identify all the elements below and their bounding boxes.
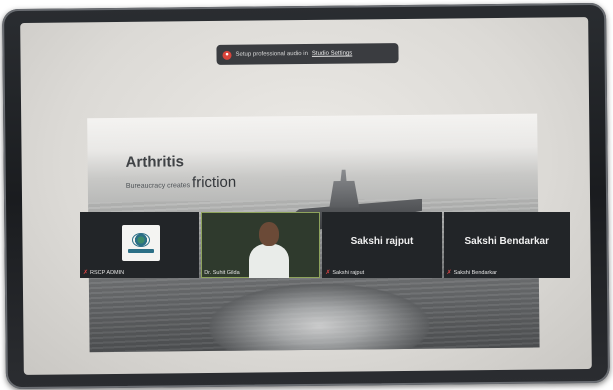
- participant-display-name: Sakshi rajput: [350, 236, 414, 247]
- organization-logo: [122, 225, 160, 261]
- participant-video: [249, 222, 290, 278]
- logo-banner: [128, 249, 154, 253]
- slide-title: Arthritis: [125, 153, 185, 171]
- app-screen: ● Setup professional audio in Studio Set…: [20, 17, 592, 375]
- participant-name-label: ✗ RSCP ADMIN: [83, 270, 124, 276]
- mic-off-icon: ✗: [446, 270, 452, 276]
- person-body: [249, 244, 290, 278]
- participant-name: Dr. Suhit Gilda: [204, 270, 240, 276]
- studio-settings-link[interactable]: Studio Settings: [312, 51, 352, 57]
- participant-tile-sakshi-rajput[interactable]: Sakshi rajput ✗ Sakshi rajput: [322, 212, 442, 278]
- participant-name-label: Dr. Suhit Gilda: [204, 270, 239, 276]
- participant-name: RSCP ADMIN: [90, 270, 125, 276]
- participant-tile-rscp-admin[interactable]: ✗ RSCP ADMIN: [80, 212, 200, 278]
- slide-subtitle-prefix: Bureaucracy creates: [125, 182, 191, 190]
- wave-image: [208, 282, 430, 353]
- participant-tile-sakshi-bendarkar[interactable]: Sakshi Bendarkar ✗ Sakshi Bendarkar: [443, 212, 570, 278]
- participant-display-name: Sakshi Bendarkar: [464, 236, 550, 247]
- mic-off-icon: ✗: [83, 270, 89, 276]
- slide-subtitle-accent: friction: [191, 173, 237, 192]
- audio-setup-notification[interactable]: ● Setup professional audio in Studio Set…: [216, 43, 399, 65]
- participant-name-label: ✗ Sakshi rajput: [325, 270, 364, 276]
- participant-name-label: ✗ Sakshi Bendarkar: [447, 270, 497, 276]
- mic-off-icon: ✗: [325, 270, 331, 276]
- slide-subtitle: Bureaucracy creates friction: [125, 173, 237, 192]
- notification-text: Setup professional audio in: [235, 50, 308, 58]
- participant-strip: ✗ RSCP ADMIN Dr. Suhit Gilda Sakshi rajp…: [80, 212, 570, 278]
- participant-tile-dr-suhit-gilda[interactable]: Dr. Suhit Gilda: [201, 212, 321, 278]
- person-head: [259, 222, 280, 246]
- participant-name: Sakshi Bendarkar: [453, 270, 497, 276]
- monitor-frame: ● Setup professional audio in Studio Set…: [2, 2, 610, 390]
- record-icon: ●: [222, 50, 232, 60]
- globe-icon: [132, 233, 150, 247]
- participant-name: Sakshi rajput: [332, 270, 365, 276]
